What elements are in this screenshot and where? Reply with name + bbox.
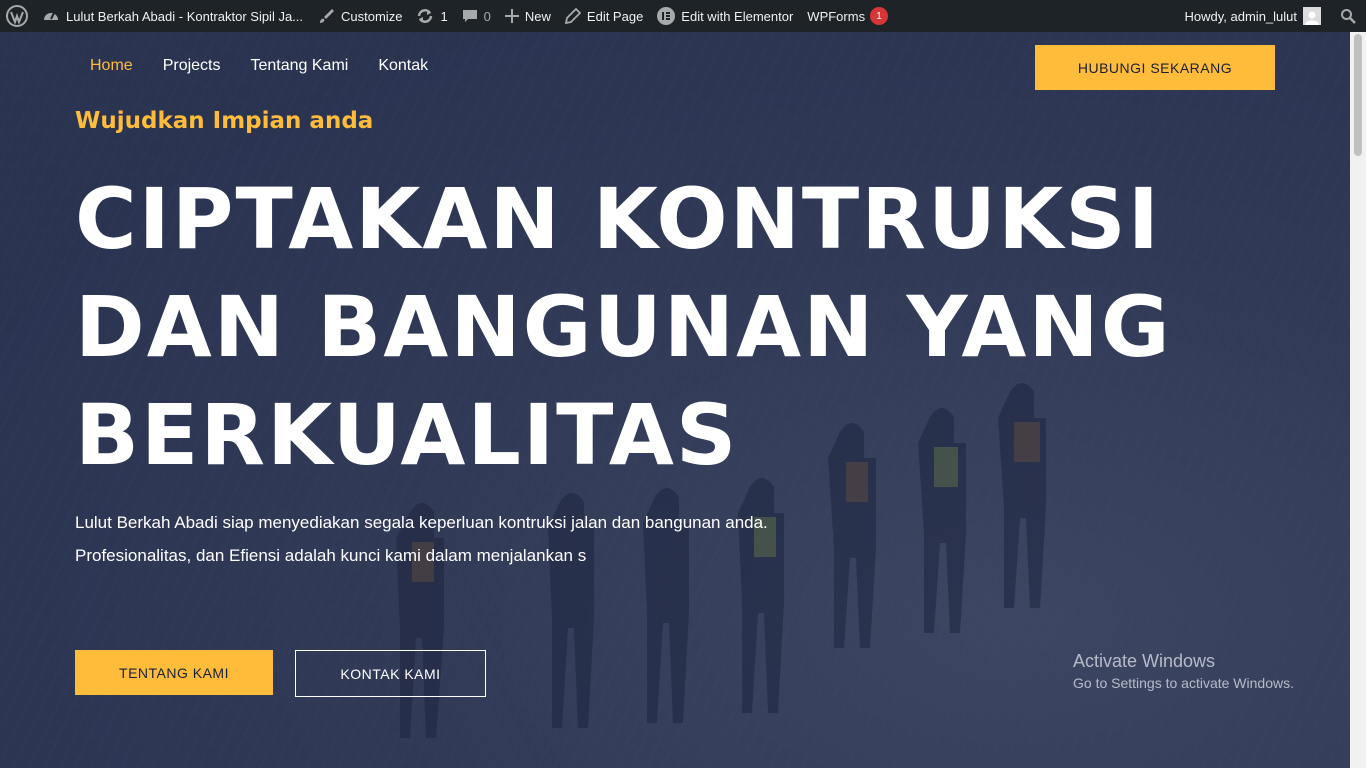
main-navigation: Home Projects Tentang Kami Kontak: [75, 47, 443, 85]
wpforms-label: WPForms: [807, 8, 866, 24]
search-icon: [1341, 9, 1356, 24]
my-account-link[interactable]: Howdy, admin_lulut: [1178, 0, 1328, 32]
headline-line-3: BERKUALITAS: [75, 386, 739, 484]
page-scrollbar[interactable]: [1350, 32, 1366, 768]
wpforms-link[interactable]: WPForms 1: [800, 0, 895, 32]
dashboard-icon: [44, 12, 58, 20]
nav-item-kontak[interactable]: Kontak: [363, 47, 443, 85]
pencil-icon: [564, 8, 581, 24]
kontak-kami-button[interactable]: KONTAK KAMI: [295, 650, 486, 697]
scrollbar-thumb[interactable]: [1354, 34, 1362, 156]
nav-item-tentang-kami[interactable]: Tentang Kami: [235, 47, 363, 85]
new-content-link[interactable]: New: [498, 0, 558, 32]
hero-kicker: Wujudkan Impian anda: [75, 108, 374, 134]
updates-link[interactable]: 1: [409, 0, 454, 32]
howdy-label: Howdy, admin_lulut: [1184, 8, 1297, 24]
elementor-icon: [657, 7, 676, 25]
search-button[interactable]: [1328, 0, 1366, 32]
headline-line-2: DAN BANGUNAN YANG: [75, 278, 1172, 376]
updates-count: 1: [440, 8, 448, 24]
plus-icon: [504, 9, 519, 23]
hubungi-sekarang-button[interactable]: HUBUNGI SEKARANG: [1035, 45, 1275, 90]
customize-link[interactable]: Customize: [310, 0, 409, 32]
new-label: New: [524, 8, 551, 24]
comments-link[interactable]: 0: [455, 0, 498, 32]
description-line-2: Profesionalitas, dan Efiensi adalah kunc…: [75, 546, 587, 565]
site-name-link[interactable]: Lulut Berkah Abadi - Kontraktor Sipil Ja…: [35, 0, 310, 32]
tentang-kami-button[interactable]: TENTANG KAMI: [75, 650, 273, 695]
user-avatar-icon: [1303, 7, 1321, 25]
customize-label: Customize: [341, 8, 403, 24]
wpforms-badge: 1: [870, 7, 889, 25]
comments-count: 0: [483, 8, 491, 24]
nav-item-home[interactable]: Home: [75, 47, 148, 85]
hero-description: Lulut Berkah Abadi siap menyediakan sega…: [75, 506, 768, 572]
watermark-subtitle: Go to Settings to activate Windows.: [1073, 675, 1294, 691]
wordpress-logo-button[interactable]: [0, 0, 35, 32]
brush-icon: [320, 9, 335, 23]
update-icon: [418, 9, 433, 23]
edit-elementor-label: Edit with Elementor: [681, 8, 794, 24]
wp-admin-bar: Lulut Berkah Abadi - Kontraktor Sipil Ja…: [0, 0, 1366, 32]
description-line-1: Lulut Berkah Abadi siap menyediakan sega…: [75, 513, 768, 532]
hero-headline: CIPTAKAN KONTRUKSI DAN BANGUNAN YANG BER…: [75, 165, 1275, 489]
edit-page-label: Edit Page: [586, 8, 644, 24]
site-name: Lulut Berkah Abadi - Kontraktor Sipil Ja…: [66, 8, 304, 24]
activate-windows-watermark: Activate Windows Go to Settings to activ…: [1073, 651, 1294, 691]
watermark-title: Activate Windows: [1073, 651, 1216, 671]
nav-item-projects[interactable]: Projects: [148, 47, 236, 85]
comment-icon: [462, 10, 477, 22]
wordpress-icon: [6, 5, 28, 27]
headline-line-1: CIPTAKAN KONTRUKSI: [75, 170, 1161, 268]
edit-page-link[interactable]: Edit Page: [558, 0, 650, 32]
edit-elementor-link[interactable]: Edit with Elementor: [650, 0, 800, 32]
